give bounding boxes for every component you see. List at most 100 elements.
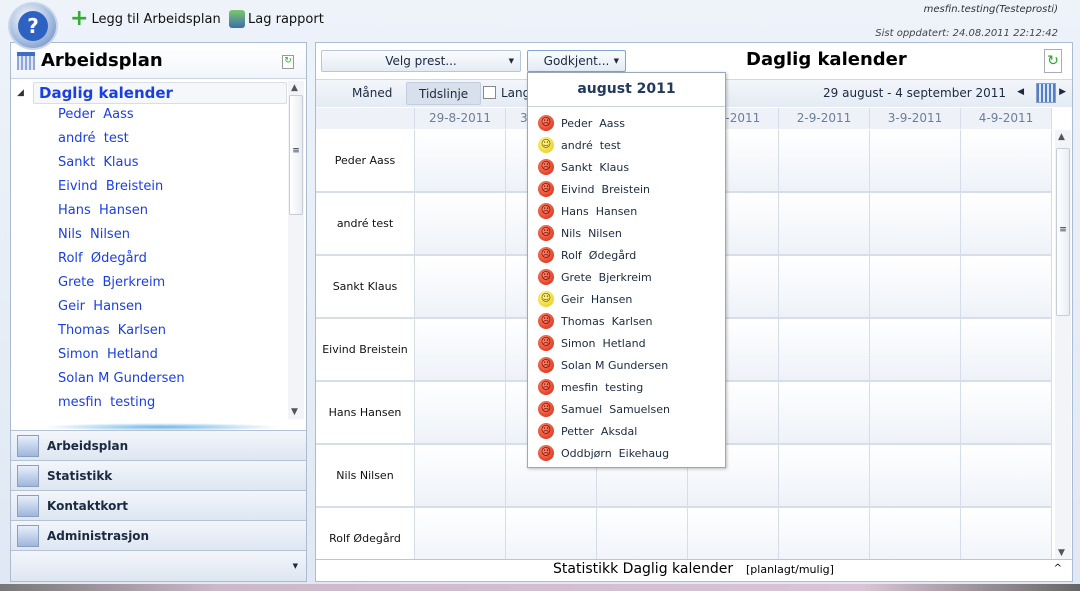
calendar-cell[interactable] (415, 193, 506, 256)
calendar-picker-button[interactable] (1036, 83, 1056, 103)
scroll-thumb[interactable]: ≡ (1056, 148, 1070, 316)
calendar-cell[interactable] (870, 319, 961, 382)
nav-statistikk[interactable]: Statistikk (11, 460, 306, 490)
calendar-cell[interactable] (961, 256, 1052, 319)
tab-tidslinje[interactable]: Tidslinje (406, 82, 482, 105)
calendar-cell[interactable] (870, 382, 961, 445)
nav-overflow[interactable]: ▼ (11, 550, 306, 581)
tree-item[interactable]: Peder Aass (58, 107, 134, 122)
tree-item[interactable]: Thomas Karlsen (58, 323, 166, 338)
calendar-cell[interactable] (506, 508, 597, 559)
popup-list-item[interactable]: ☹ Petter Aksdal (538, 423, 637, 439)
scroll-down-icon[interactable]: ▼ (1058, 548, 1065, 558)
calendar-cell[interactable] (779, 256, 870, 319)
calendar-cell[interactable] (779, 508, 870, 559)
calendar-cell[interactable] (870, 508, 961, 559)
sad-face-icon: ☹ (538, 445, 554, 461)
popup-list-item[interactable]: ☹ Peder Aass (538, 115, 625, 131)
tree-item[interactable]: mesfin testing (58, 395, 155, 410)
popup-list-item[interactable]: ☹ Rolf Ødegård (538, 247, 636, 263)
next-week-icon[interactable]: ▶ (1059, 87, 1066, 97)
happy-face-icon: ☺ (538, 291, 554, 307)
popup-list-item[interactable]: ☺ Geir Hansen (538, 291, 632, 307)
popup-list-item[interactable]: ☹ Thomas Karlsen (538, 313, 652, 329)
tree-item[interactable]: Grete Bjerkreim (58, 275, 165, 290)
tree-item[interactable]: Simon Hetland (58, 347, 158, 362)
approved-dropdown[interactable]: Godkjent... ▼ (527, 50, 626, 72)
statistics-bar[interactable]: Statistikk Daglig kalender [planlagt/mul… (316, 559, 1072, 581)
calendar-cell[interactable] (961, 508, 1052, 559)
tree-item[interactable]: Geir Hansen (58, 299, 142, 314)
calendar-cell[interactable] (961, 193, 1052, 256)
popup-item-name: Geir Hansen (561, 292, 633, 306)
calendar-cell[interactable] (415, 382, 506, 445)
tree-item[interactable]: Solan M Gundersen (58, 371, 185, 386)
popup-list-item[interactable]: ☹ mesfin testing (538, 379, 643, 395)
popup-list-item[interactable]: ☹ Oddbjørn Eikehaug (538, 445, 669, 461)
calendar-cell[interactable] (870, 130, 961, 193)
calendar-cell[interactable] (961, 382, 1052, 445)
popup-list-item[interactable]: ☹ Nils Nilsen (538, 225, 622, 241)
scroll-up-icon[interactable]: ▲ (1058, 132, 1065, 142)
tree-item[interactable]: Nils Nilsen (58, 227, 130, 242)
calendar-cell[interactable] (961, 445, 1052, 508)
scroll-up-icon[interactable]: ▲ (291, 83, 298, 93)
popup-list-item[interactable]: ☹ Simon Hetland (538, 335, 646, 351)
calendar-cell[interactable] (415, 319, 506, 382)
chevron-down-icon[interactable]: ▼ (293, 562, 298, 570)
tree-item[interactable]: Rolf Ødegård (58, 251, 147, 266)
popup-list-item[interactable]: ☹ Hans Hansen (538, 203, 637, 219)
calendar-cell[interactable] (779, 193, 870, 256)
popup-list-item[interactable]: ☺ andré test (538, 137, 621, 153)
tree-root-daglig-kalender[interactable]: Daglig kalender (33, 82, 287, 104)
create-report-button[interactable]: Lag rapport (229, 10, 324, 28)
calendar-cell[interactable] (415, 508, 506, 559)
sad-face-icon: ☹ (538, 181, 554, 197)
calendar-cell[interactable] (688, 508, 779, 559)
calendar-cell[interactable] (415, 445, 506, 508)
select-priest-dropdown[interactable]: Velg prest... ▼ (321, 50, 521, 72)
calendar-cell[interactable] (961, 130, 1052, 193)
popup-list-item[interactable]: ☹ Sankt Klaus (538, 159, 629, 175)
calendar-cell[interactable] (779, 130, 870, 193)
tab-maned[interactable]: Måned (340, 82, 404, 105)
expand-triangle-icon[interactable]: ◢ (17, 88, 24, 98)
grid-scrollbar[interactable]: ▲ ≡ ▼ (1055, 130, 1071, 560)
popup-list-item[interactable]: ☹ Grete Bjerkreim (538, 269, 652, 285)
calendar-cell[interactable] (597, 508, 688, 559)
calendar-cell[interactable] (870, 445, 961, 508)
refresh-icon[interactable]: ↻ (282, 55, 294, 69)
column-header-date: 29-8-2011 (415, 108, 506, 129)
tree-item[interactable]: Sankt Klaus (58, 155, 138, 170)
refresh-icon[interactable]: ↻ (1044, 49, 1062, 73)
sad-face-icon: ☹ (538, 247, 554, 263)
calendar-cell[interactable] (415, 130, 506, 193)
nav-kontaktkort[interactable]: Kontaktkort (11, 490, 306, 520)
popup-list-item[interactable]: ☹ Solan M Gundersen (538, 357, 668, 373)
statistics-title: Statistikk Daglig kalender (553, 561, 734, 577)
calendar-cell[interactable] (870, 256, 961, 319)
calendar-cell[interactable] (415, 256, 506, 319)
nav-arbeidsplan[interactable]: Arbeidsplan (11, 430, 306, 460)
tree-item[interactable]: Hans Hansen (58, 203, 148, 218)
nav-administrasjon[interactable]: Administrasjon (11, 520, 306, 550)
calendar-cell[interactable] (779, 382, 870, 445)
calendar-cell[interactable] (870, 193, 961, 256)
tree-item[interactable]: Eivind Breistein (58, 179, 163, 194)
left-header: Arbeidsplan ↻ (11, 43, 306, 79)
lang-checkbox[interactable] (483, 86, 496, 99)
scroll-thumb[interactable]: ≡ (289, 95, 303, 215)
popup-list-item[interactable]: ☹ Eivind Breistein (538, 181, 650, 197)
calendar-cell[interactable] (779, 319, 870, 382)
add-workplan-button[interactable]: + Legg til Arbeidsplan (70, 8, 221, 30)
tree-item[interactable]: andré test (58, 131, 129, 146)
calendar-cell[interactable] (779, 445, 870, 508)
popup-item-name: Peder Aass (561, 116, 626, 130)
help-button[interactable]: ? (8, 2, 58, 50)
left-scrollbar[interactable]: ▲ ≡ ▼ (288, 81, 304, 419)
scroll-down-icon[interactable]: ▼ (291, 407, 298, 417)
popup-list-item[interactable]: ☹ Samuel Samuelsen (538, 401, 670, 417)
prev-week-icon[interactable]: ◀ (1017, 87, 1024, 97)
expand-caret-icon[interactable]: ^ (1054, 563, 1062, 574)
calendar-cell[interactable] (961, 319, 1052, 382)
